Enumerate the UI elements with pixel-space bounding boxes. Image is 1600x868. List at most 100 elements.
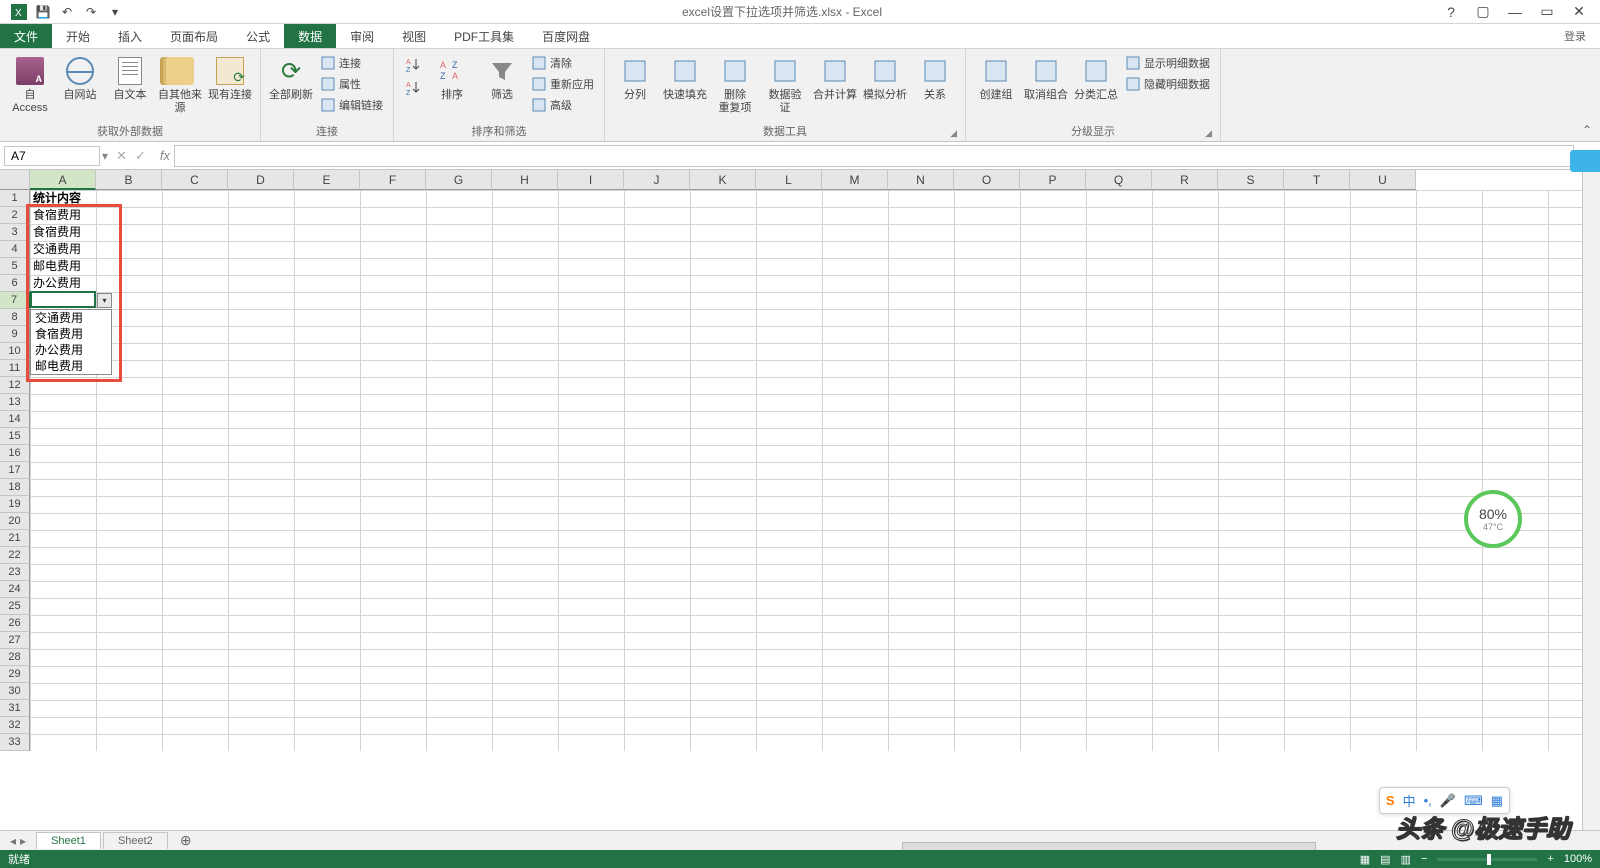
cell-A4[interactable]: 交通费用 (30, 241, 96, 258)
row-header-10[interactable]: 10 (0, 343, 30, 360)
row-header-26[interactable]: 26 (0, 615, 30, 632)
maximize-icon[interactable]: ▭ (1534, 3, 1560, 20)
row-header-21[interactable]: 21 (0, 530, 30, 547)
row-header-13[interactable]: 13 (0, 394, 30, 411)
view-layout-icon[interactable]: ▤ (1380, 853, 1390, 866)
col-header-T[interactable]: T (1284, 170, 1350, 190)
row-header-12[interactable]: 12 (0, 377, 30, 394)
col-header-G[interactable]: G (426, 170, 492, 190)
filter-button[interactable]: 筛选 (478, 53, 526, 104)
row-header-25[interactable]: 25 (0, 598, 30, 615)
login-link[interactable]: 登录 (1564, 28, 1592, 44)
undo-icon[interactable]: ↶ (56, 1, 78, 23)
col-header-H[interactable]: H (492, 170, 558, 190)
minimize-icon[interactable]: — (1502, 4, 1528, 20)
clear-button[interactable]: 清除 (528, 53, 598, 73)
col-header-B[interactable]: B (96, 170, 162, 190)
save-icon[interactable]: 💾 (32, 1, 54, 23)
col-header-N[interactable]: N (888, 170, 954, 190)
launcher-icon[interactable]: ◢ (1205, 128, 1212, 139)
row-header-2[interactable]: 2 (0, 207, 30, 224)
sort-button[interactable]: AZZA排序 (428, 53, 476, 104)
row-header-3[interactable]: 3 (0, 224, 30, 241)
collapse-ribbon-icon[interactable]: ⌃ (1574, 49, 1600, 141)
subtotal-button[interactable]: 分类汇总 (1072, 53, 1120, 104)
ime-lang[interactable]: 中 (1403, 791, 1416, 810)
row-header-7[interactable]: 7 (0, 292, 30, 309)
performance-gauge[interactable]: 80% 47°C (1464, 490, 1522, 548)
col-header-A[interactable]: A (30, 170, 96, 190)
row-header-11[interactable]: 11 (0, 360, 30, 377)
from-access-button[interactable]: 自 Access (6, 53, 54, 117)
vertical-scrollbar[interactable] (1582, 170, 1600, 832)
dropdown-option[interactable]: 食宿费用 (31, 326, 111, 342)
menu-视图[interactable]: 视图 (388, 24, 440, 48)
sheet-tab-Sheet1[interactable]: Sheet1 (36, 832, 101, 849)
menu-开始[interactable]: 开始 (52, 24, 104, 48)
sort-desc-icon[interactable]: AZ (400, 76, 426, 98)
view-normal-icon[interactable]: ▦ (1360, 853, 1370, 866)
from-web-button[interactable]: 自网站 (56, 53, 104, 104)
zoom-level[interactable]: 100% (1564, 853, 1592, 865)
hide-detail-button[interactable]: 隐藏明细数据 (1122, 74, 1214, 94)
sheet-tab-Sheet2[interactable]: Sheet2 (103, 832, 168, 849)
existing-conn-button[interactable]: 现有连接 (206, 53, 254, 104)
row-header-6[interactable]: 6 (0, 275, 30, 292)
col-header-S[interactable]: S (1218, 170, 1284, 190)
advanced-button[interactable]: 高级 (528, 95, 598, 115)
consolidate-button[interactable]: 合并计算 (811, 53, 859, 104)
remove-dup-button[interactable]: 删除 重复项 (711, 53, 759, 117)
what-if-button[interactable]: 模拟分析 (861, 53, 909, 104)
cells-area[interactable]: 统计内容食宿费用食宿费用交通费用邮电费用办公费用▾交通费用食宿费用办公费用邮电费… (30, 190, 1582, 751)
refresh-all-button[interactable]: ⟳全部刷新 (267, 53, 315, 104)
tab-nav-prev-icon[interactable]: ◂ (10, 834, 16, 848)
cancel-formula-icon[interactable]: ✕ (116, 148, 127, 164)
row-header-16[interactable]: 16 (0, 445, 30, 462)
col-header-F[interactable]: F (360, 170, 426, 190)
zoom-in-icon[interactable]: + (1547, 853, 1553, 865)
zoom-slider[interactable] (1437, 858, 1537, 861)
col-header-I[interactable]: I (558, 170, 624, 190)
text-to-columns-button[interactable]: 分列 (611, 53, 659, 104)
from-other-button[interactable]: 自其他来源 (156, 53, 204, 117)
dropdown-option[interactable]: 交通费用 (31, 310, 111, 326)
col-header-E[interactable]: E (294, 170, 360, 190)
ime-mic-icon[interactable]: 🎤 (1440, 793, 1456, 809)
menu-百度网盘[interactable]: 百度网盘 (528, 24, 604, 48)
row-header-32[interactable]: 32 (0, 717, 30, 734)
help-icon[interactable]: ? (1438, 4, 1464, 20)
group-button[interactable]: 创建组 (972, 53, 1020, 104)
dropdown-option[interactable]: 办公费用 (31, 342, 111, 358)
formula-input[interactable] (174, 145, 1574, 167)
enter-formula-icon[interactable]: ✓ (135, 148, 146, 164)
relationships-button[interactable]: 关系 (911, 53, 959, 104)
sort-asc-icon[interactable]: AZ (400, 53, 426, 75)
ribbon-options-icon[interactable]: ▢ (1470, 3, 1496, 20)
cell-A2[interactable]: 食宿费用 (30, 207, 96, 224)
col-header-O[interactable]: O (954, 170, 1020, 190)
redo-icon[interactable]: ↷ (80, 1, 102, 23)
row-header-20[interactable]: 20 (0, 513, 30, 530)
row-header-23[interactable]: 23 (0, 564, 30, 581)
row-header-5[interactable]: 5 (0, 258, 30, 275)
row-header-27[interactable]: 27 (0, 632, 30, 649)
cell-A1[interactable]: 统计内容 (30, 190, 96, 207)
col-header-K[interactable]: K (690, 170, 756, 190)
close-icon[interactable]: ✕ (1566, 3, 1592, 20)
reapply-button[interactable]: 重新应用 (528, 74, 598, 94)
view-break-icon[interactable]: ▥ (1401, 853, 1411, 866)
row-header-8[interactable]: 8 (0, 309, 30, 326)
row-header-17[interactable]: 17 (0, 462, 30, 479)
edit-links-button[interactable]: 编辑链接 (317, 95, 387, 115)
select-all-corner[interactable] (0, 170, 30, 190)
tab-nav-next-icon[interactable]: ▸ (20, 834, 26, 848)
row-header-18[interactable]: 18 (0, 479, 30, 496)
ungroup-button[interactable]: 取消组合 (1022, 53, 1070, 104)
col-header-U[interactable]: U (1350, 170, 1416, 190)
row-header-29[interactable]: 29 (0, 666, 30, 683)
qat-dropdown-icon[interactable]: ▾ (104, 1, 126, 23)
col-header-M[interactable]: M (822, 170, 888, 190)
menu-公式[interactable]: 公式 (232, 24, 284, 48)
show-detail-button[interactable]: 显示明细数据 (1122, 53, 1214, 73)
ime-keyboard-icon[interactable]: ⌨ (1464, 793, 1483, 809)
